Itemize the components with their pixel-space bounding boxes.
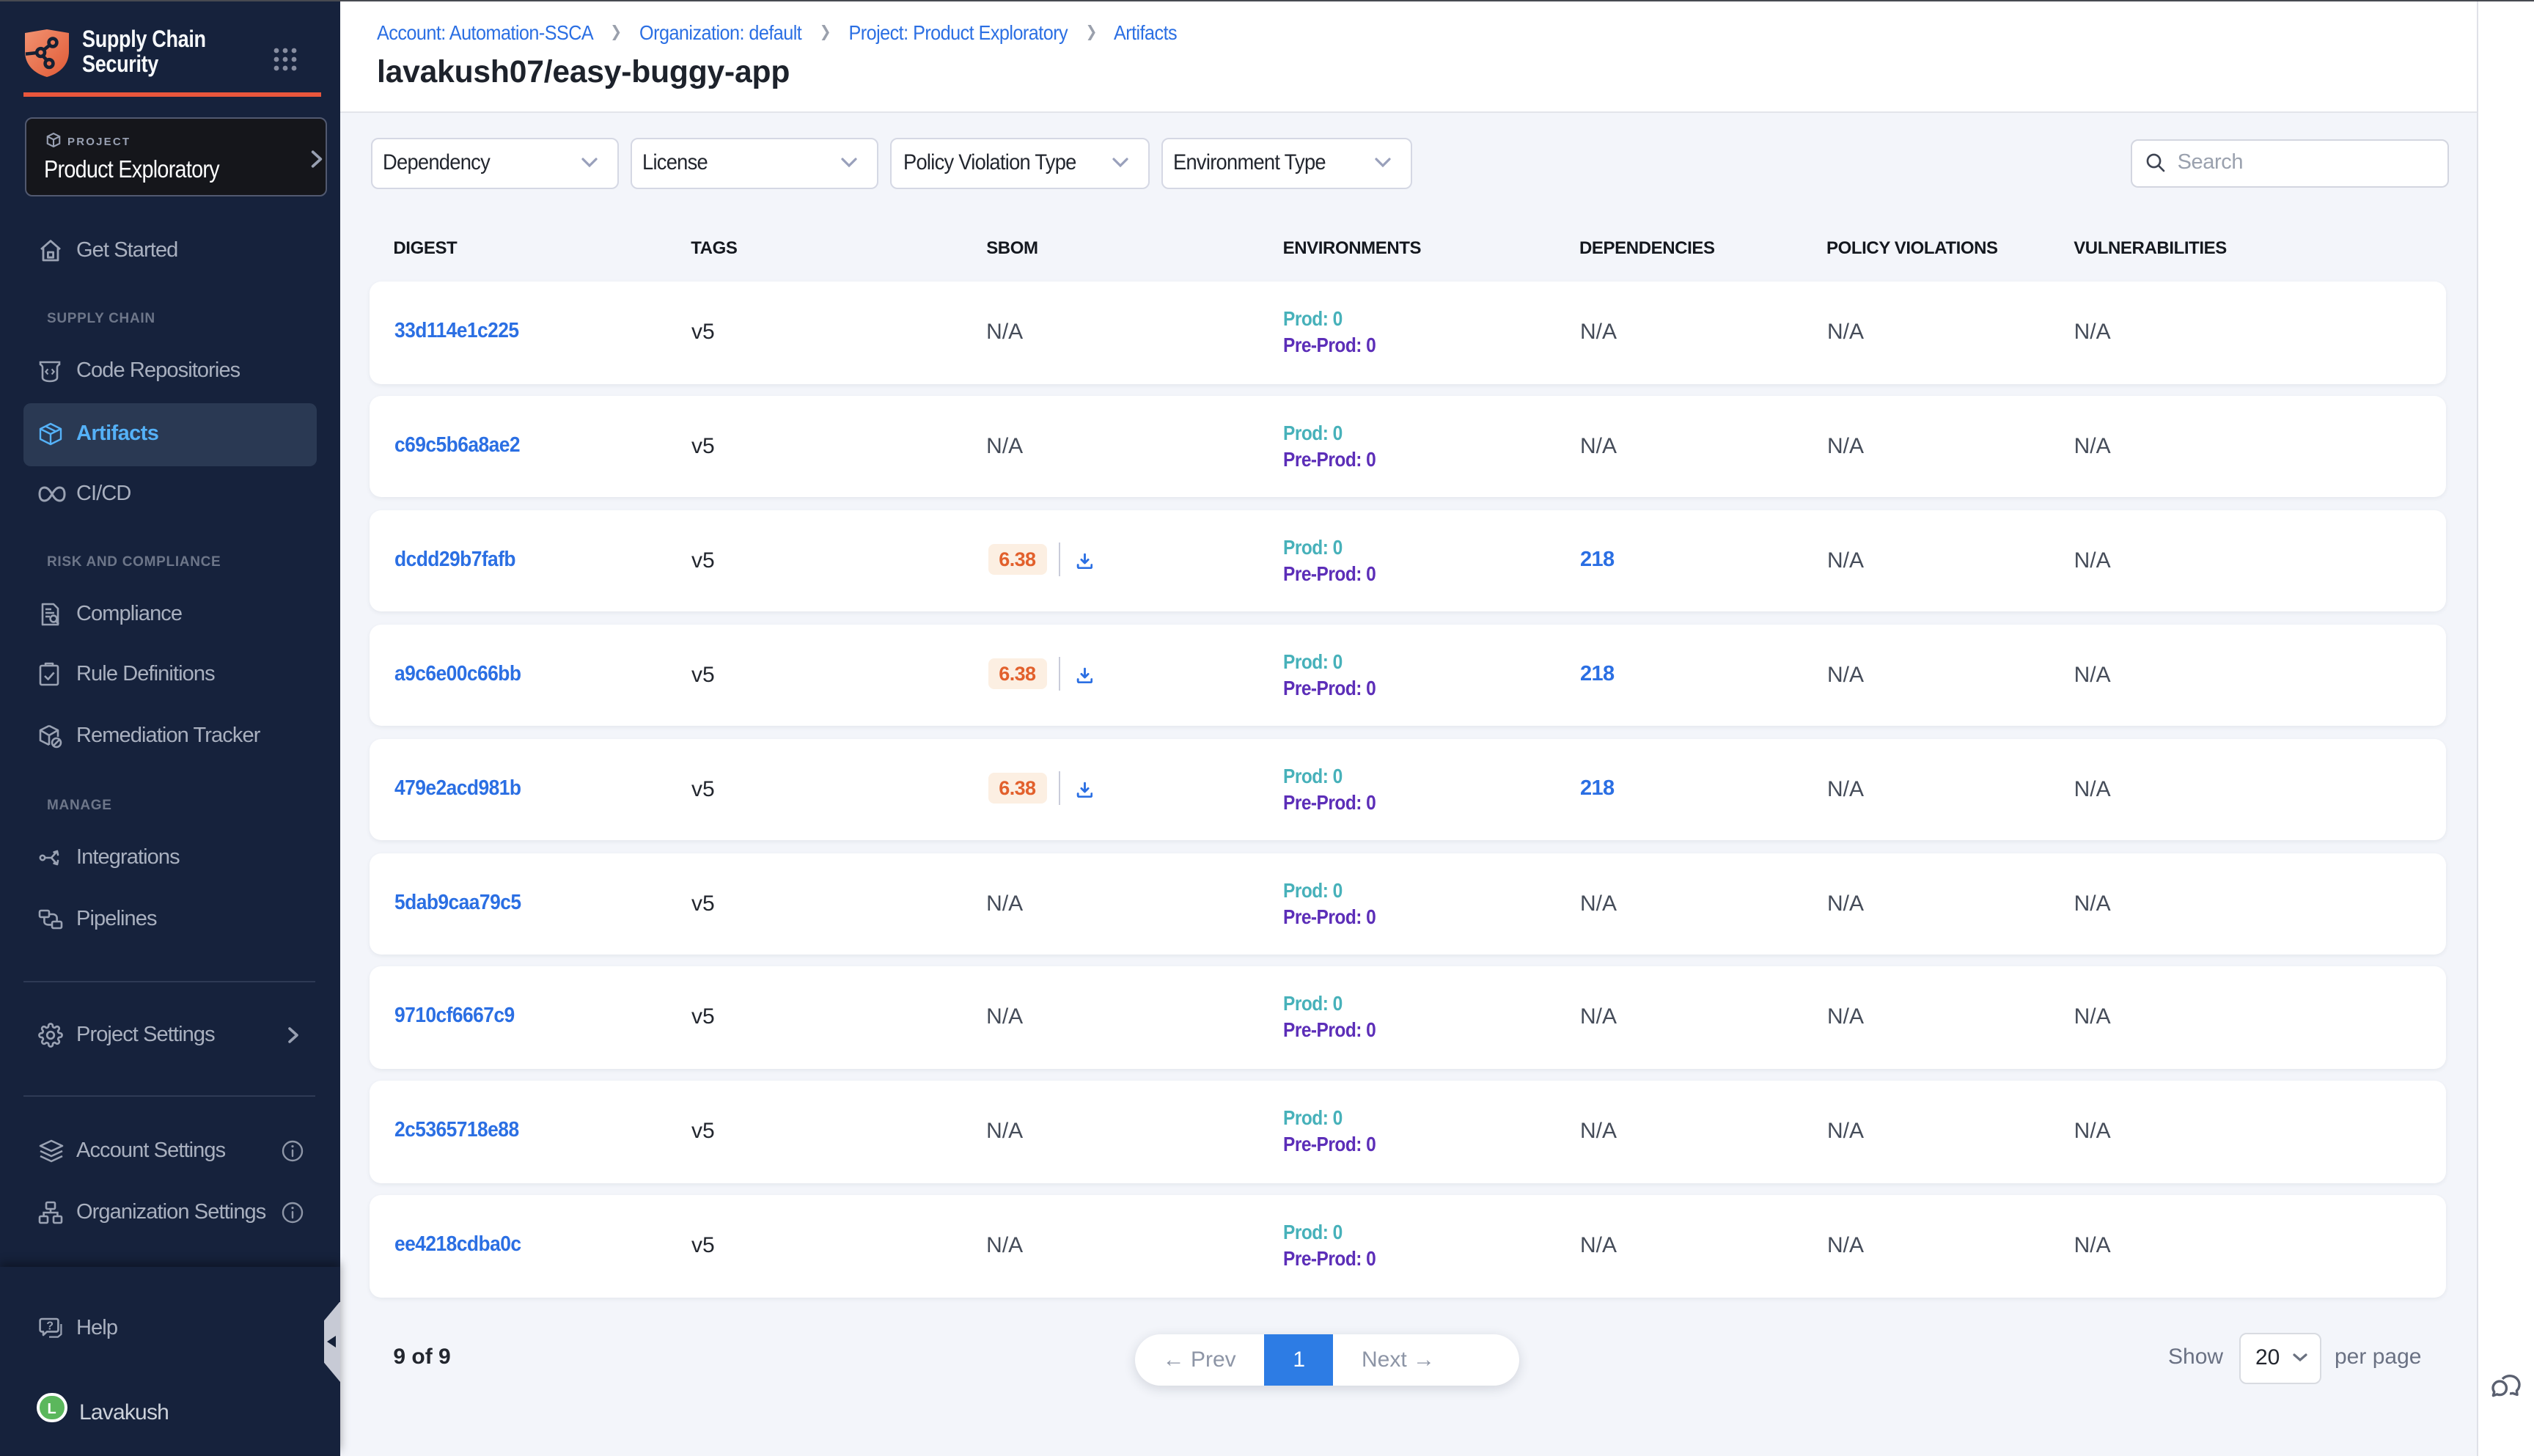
svg-text:?: ? [46,1319,53,1331]
